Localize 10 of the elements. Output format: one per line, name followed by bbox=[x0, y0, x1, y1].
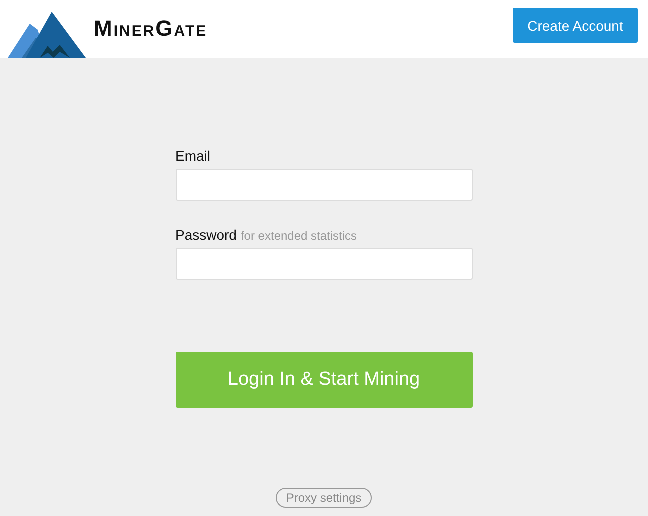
password-label: Password bbox=[176, 227, 237, 243]
proxy-settings-button[interactable]: Proxy settings bbox=[276, 488, 372, 508]
login-button[interactable]: Login In & Start Mining bbox=[176, 352, 472, 408]
mountain-logo-icon bbox=[8, 12, 86, 58]
email-field[interactable] bbox=[176, 169, 472, 201]
password-field[interactable] bbox=[176, 248, 472, 280]
email-label: Email bbox=[176, 148, 211, 164]
create-account-button[interactable]: Create Account bbox=[513, 8, 638, 43]
password-hint: for extended statistics bbox=[240, 229, 358, 243]
logo-text: MinerGate bbox=[94, 16, 208, 42]
